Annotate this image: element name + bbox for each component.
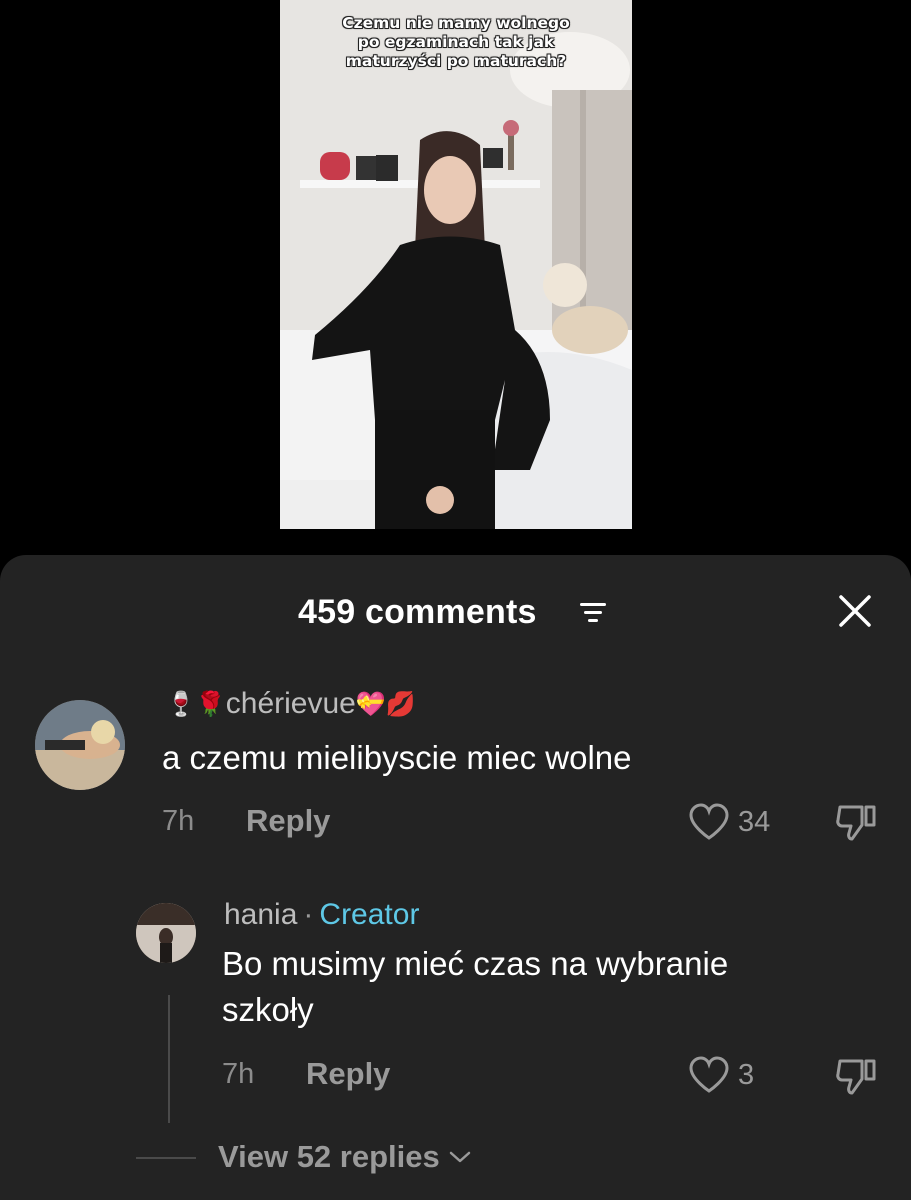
comment-text: Bo musimy mieć czas na wybranie szkoły bbox=[222, 941, 728, 1033]
thread-line bbox=[168, 995, 170, 1123]
view-replies-button[interactable]: View 52 replies bbox=[218, 1139, 472, 1175]
username-emoji-suffix: 💝💋 bbox=[355, 690, 416, 718]
username-separator: · bbox=[303, 898, 314, 931]
comments-sheet: 459 comments 🍷🌹 chérievue 💝💋 a czemu mie… bbox=[0, 555, 911, 1200]
heart-icon bbox=[689, 803, 729, 840]
like-button[interactable]: 3 bbox=[688, 1056, 754, 1094]
comment-username-row[interactable]: 🍷🌹 chérievue 💝💋 bbox=[166, 687, 416, 721]
comments-count: 459 comments bbox=[298, 593, 537, 631]
view-replies-label: View 52 replies bbox=[218, 1139, 440, 1174]
heart-icon bbox=[689, 1056, 729, 1093]
avatar[interactable] bbox=[35, 700, 125, 790]
username-emoji-prefix: 🍷🌹 bbox=[166, 690, 226, 718]
comment-username: hania bbox=[224, 898, 298, 931]
comment-text-line: szkoły bbox=[222, 991, 314, 1028]
video-frame-illustration bbox=[280, 0, 632, 529]
reply-button[interactable]: Reply bbox=[306, 1056, 390, 1092]
like-button[interactable]: 34 bbox=[688, 803, 770, 841]
reply-button[interactable]: Reply bbox=[246, 803, 330, 839]
comment-text-line: Bo musimy mieć czas na wybranie bbox=[222, 945, 729, 982]
caption-line: po egzaminach tak jak bbox=[357, 33, 555, 51]
like-count: 3 bbox=[738, 1058, 755, 1091]
dislike-icon[interactable] bbox=[834, 1057, 878, 1097]
comment-time: 7h bbox=[162, 805, 195, 837]
avatar-image bbox=[136, 903, 196, 963]
caption-line: Czemu nie mamy wolnego bbox=[342, 14, 570, 32]
avatar-image bbox=[35, 700, 125, 790]
comment-time: 7h bbox=[222, 1058, 255, 1090]
filter-icon[interactable] bbox=[580, 601, 606, 625]
avatar[interactable] bbox=[136, 903, 196, 963]
video-caption: Czemu nie mamy wolnego po egzaminach tak… bbox=[280, 14, 632, 71]
chevron-down-icon bbox=[449, 1151, 470, 1163]
caption-line: maturzyści po maturach? bbox=[345, 52, 567, 70]
comments-header: 459 comments bbox=[0, 555, 911, 665]
comment-text: a czemu mielibyscie miec wolne bbox=[162, 739, 632, 776]
comment-username-row[interactable]: hania · Creator bbox=[224, 898, 419, 932]
video-thumbnail[interactable]: Czemu nie mamy wolnego po egzaminach tak… bbox=[280, 0, 632, 529]
close-icon[interactable] bbox=[837, 593, 873, 629]
comment-username: chérievue bbox=[225, 687, 356, 720]
dislike-icon[interactable] bbox=[834, 803, 878, 843]
creator-badge: Creator bbox=[319, 898, 420, 931]
view-replies-divider bbox=[136, 1157, 196, 1159]
like-count: 34 bbox=[738, 805, 771, 838]
